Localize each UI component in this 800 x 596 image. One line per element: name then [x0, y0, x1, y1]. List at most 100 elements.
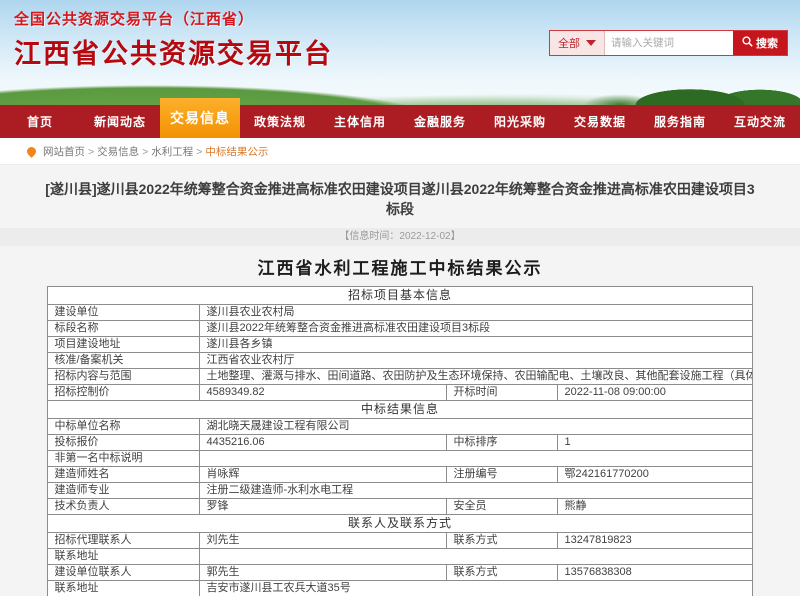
- location-pin-icon: [25, 145, 38, 158]
- nav-item-10[interactable]: 互动交流: [720, 105, 800, 138]
- search-button-label: 搜索: [756, 35, 778, 51]
- nav-item-5[interactable]: 主体信用: [320, 105, 400, 138]
- table-row: 非第一名中标说明: [48, 451, 752, 467]
- page: 全国公共资源交易平台（江西省） 江西省公共资源交易平台 全部 搜索 首页新闻动态…: [0, 0, 800, 596]
- label-cell: 招标内容与范围: [48, 369, 200, 385]
- search-category-dropdown[interactable]: 全部: [550, 31, 605, 55]
- table-row: 联系人及联系方式: [48, 515, 752, 533]
- value-cell: 4589349.82: [200, 385, 447, 401]
- chevron-down-icon: [586, 40, 596, 46]
- table-row: 联系地址吉安市遂川县工农兵大道35号: [48, 581, 752, 596]
- section-header-cell: 联系人及联系方式: [48, 515, 752, 533]
- table-row: 建设单位联系人郭先生联系方式13576838308: [48, 565, 752, 581]
- breadcrumb-separator: >: [196, 146, 202, 158]
- table-row: 建造师专业注册二级建造师-水利水电工程: [48, 483, 752, 499]
- breadcrumb-item[interactable]: 水利工程: [151, 146, 193, 158]
- label-cell: 安全员: [447, 499, 558, 515]
- label-cell: 联系方式: [447, 533, 558, 549]
- value-cell: [200, 451, 752, 467]
- value-cell: 郭先生: [200, 565, 447, 581]
- nav-item-1[interactable]: 首页: [0, 105, 80, 138]
- header-banner: 全国公共资源交易平台（江西省） 江西省公共资源交易平台 全部 搜索: [0, 0, 800, 105]
- nav-item-4[interactable]: 政策法规: [240, 105, 320, 138]
- value-cell: 湖北晓天晟建设工程有限公司: [200, 419, 752, 435]
- value-cell: 2022-11-08 09:00:00: [558, 385, 752, 401]
- label-cell: 联系地址: [48, 549, 200, 565]
- value-cell: 13576838308: [558, 565, 752, 581]
- breadcrumb-separator: >: [142, 146, 148, 158]
- label-cell: 技术负责人: [48, 499, 200, 515]
- value-cell: 4435216.06: [200, 435, 447, 451]
- table-row: 招标内容与范围土地整理、灌溉与排水、田间道路、农田防护及生态环境保持、农田输配电…: [48, 369, 752, 385]
- section-header-cell: 招标项目基本信息: [48, 287, 752, 305]
- nav-item-8[interactable]: 交易数据: [560, 105, 640, 138]
- value-cell: 遂川县农业农村局: [200, 305, 752, 321]
- table-row: 技术负责人罗锋安全员熊静: [48, 499, 752, 515]
- article-title: [遂川县]遂川县2022年统筹整合资金推进高标准农田建设项目遂川县2022年统筹…: [40, 179, 760, 219]
- value-cell: 遂川县各乡镇: [200, 337, 752, 353]
- bid-result-table: 招标项目基本信息建设单位遂川县农业农村局标段名称遂川县2022年统筹整合资金推进…: [47, 286, 752, 596]
- publish-time: 【信息时间：2022-12-02】: [0, 228, 800, 246]
- breadcrumb: 网站首页>交易信息>水利工程>中标结果公示: [0, 138, 800, 165]
- table-row: 联系地址: [48, 549, 752, 565]
- site-title: 江西省公共资源交易平台: [14, 32, 333, 71]
- nav-item-6[interactable]: 金融服务: [400, 105, 480, 138]
- section-header-cell: 中标结果信息: [48, 401, 752, 419]
- value-cell: 熊静: [558, 499, 752, 515]
- table-row: 建造师姓名肖咏辉注册编号鄂242161770200: [48, 467, 752, 483]
- value-cell: 土地整理、灌溉与排水、田间道路、农田防护及生态环境保持、农田输配电、土壤改良、其…: [200, 369, 752, 385]
- label-cell: 建造师专业: [48, 483, 200, 499]
- search-button[interactable]: 搜索: [733, 31, 787, 55]
- document-title: 江西省水利工程施工中标结果公示: [0, 254, 800, 279]
- label-cell: 中标排序: [447, 435, 558, 451]
- brand: 全国公共资源交易平台（江西省） 江西省公共资源交易平台: [14, 8, 333, 71]
- value-cell: 13247819823: [558, 533, 752, 549]
- publish-time-text: 【信息时间：2022-12-02】: [339, 231, 460, 242]
- breadcrumb-separator: >: [88, 146, 94, 158]
- article-content: [遂川县]遂川县2022年统筹整合资金推进高标准农田建设项目遂川县2022年统筹…: [0, 179, 800, 596]
- search-category-label: 全部: [558, 35, 580, 51]
- nav-item-2[interactable]: 新闻动态: [80, 105, 160, 138]
- value-cell: 肖咏辉: [200, 467, 447, 483]
- search-icon: [742, 36, 753, 50]
- table-row: 标段名称遂川县2022年统筹整合资金推进高标准农田建设项目3标段: [48, 321, 752, 337]
- nav-item-7[interactable]: 阳光采购: [480, 105, 560, 138]
- value-cell: 注册二级建造师-水利水电工程: [200, 483, 752, 499]
- nav-item-3[interactable]: 交易信息: [160, 98, 240, 138]
- search-input[interactable]: [605, 31, 733, 55]
- national-platform-subtitle: 全国公共资源交易平台（江西省）: [14, 8, 333, 29]
- label-cell: 建造师姓名: [48, 467, 200, 483]
- table-row: 招标代理联系人刘先生联系方式13247819823: [48, 533, 752, 549]
- label-cell: 标段名称: [48, 321, 200, 337]
- table-row: 投标报价4435216.06中标排序1: [48, 435, 752, 451]
- breadcrumb-item[interactable]: 中标结果公示: [205, 146, 268, 158]
- table-row: 中标单位名称湖北晓天晟建设工程有限公司: [48, 419, 752, 435]
- breadcrumb-item[interactable]: 网站首页: [43, 146, 85, 158]
- value-cell: 吉安市遂川县工农兵大道35号: [200, 581, 752, 596]
- nav-item-9[interactable]: 服务指南: [640, 105, 720, 138]
- value-cell: 1: [558, 435, 752, 451]
- label-cell: 投标报价: [48, 435, 200, 451]
- table-row: 招标项目基本信息: [48, 287, 752, 305]
- label-cell: 招标控制价: [48, 385, 200, 401]
- table-row: 中标结果信息: [48, 401, 752, 419]
- value-cell: 江西省农业农村厅: [200, 353, 752, 369]
- label-cell: 建设单位: [48, 305, 200, 321]
- label-cell: 联系地址: [48, 581, 200, 596]
- value-cell: 刘先生: [200, 533, 447, 549]
- main-navigation: 首页新闻动态交易信息政策法规主体信用金融服务阳光采购交易数据服务指南互动交流: [0, 105, 800, 138]
- label-cell: 招标代理联系人: [48, 533, 200, 549]
- breadcrumb-items: 网站首页>交易信息>水利工程>中标结果公示: [43, 144, 268, 159]
- search-bar: 全部 搜索: [549, 30, 788, 56]
- label-cell: 联系方式: [447, 565, 558, 581]
- value-cell: 鄂242161770200: [558, 467, 752, 483]
- label-cell: 非第一名中标说明: [48, 451, 200, 467]
- table-row: 招标控制价4589349.82开标时间2022-11-08 09:00:00: [48, 385, 752, 401]
- label-cell: 建设单位联系人: [48, 565, 200, 581]
- label-cell: 注册编号: [447, 467, 558, 483]
- value-cell: 罗锋: [200, 499, 447, 515]
- label-cell: 开标时间: [447, 385, 558, 401]
- label-cell: 项目建设地址: [48, 337, 200, 353]
- breadcrumb-item[interactable]: 交易信息: [97, 146, 139, 158]
- value-cell: 遂川县2022年统筹整合资金推进高标准农田建设项目3标段: [200, 321, 752, 337]
